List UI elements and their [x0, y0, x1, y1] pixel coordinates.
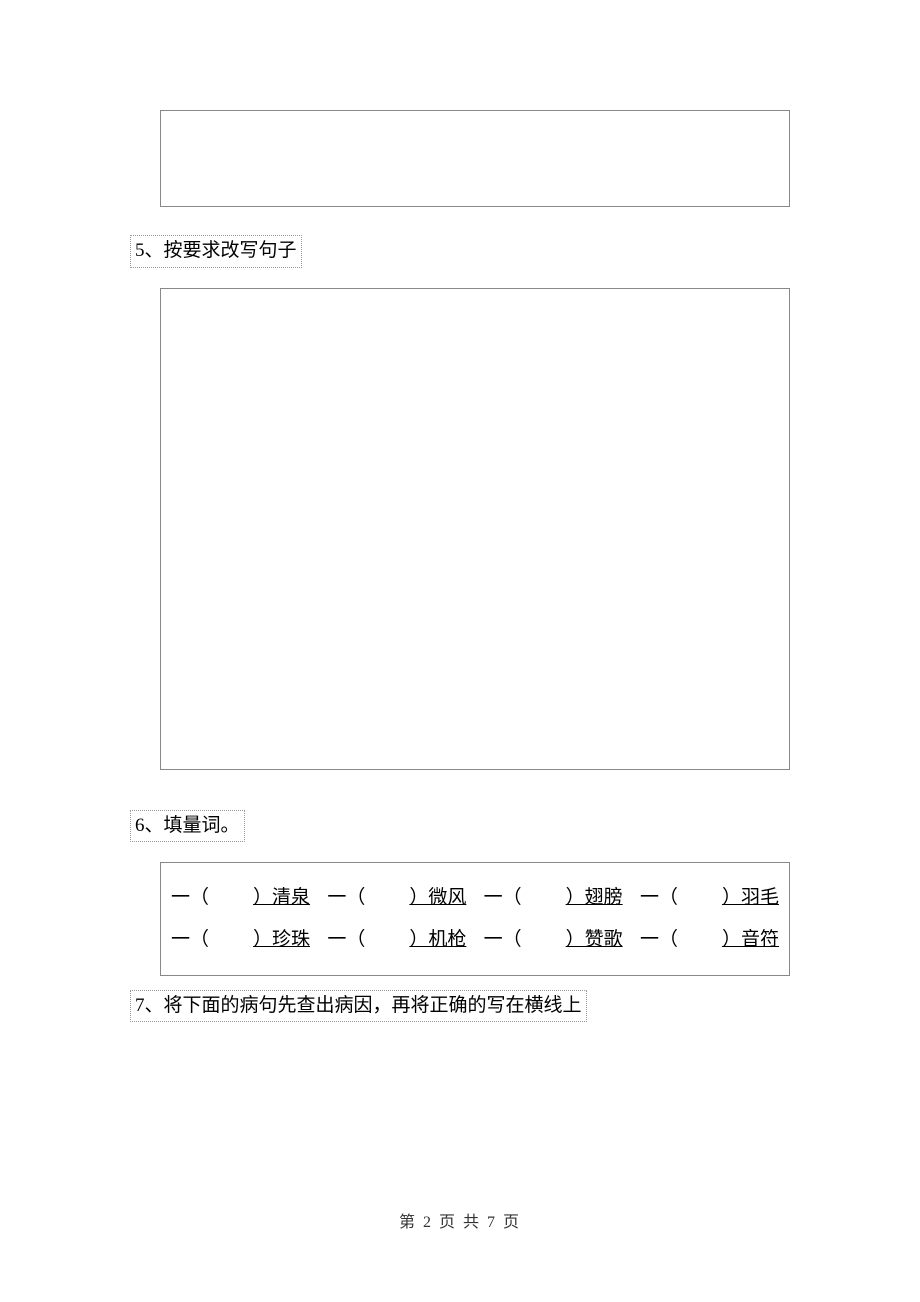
question-6-label: 6、填量词。 — [130, 810, 245, 843]
suffix-text: ）音符 — [722, 919, 779, 961]
prefix-text: 一（ — [484, 877, 522, 919]
fill-item-1-4: 一（ ）羽毛 — [640, 877, 779, 919]
question-7-text: 7、将下面的病句先查出病因，再将正确的写在横线上 — [135, 995, 582, 1016]
question-5-text: 5、按要求改写句子 — [135, 240, 297, 261]
page-footer: 第 2 页 共 7 页 — [0, 1208, 920, 1232]
fill-item-1-3: 一（ ）翅膀 — [484, 877, 623, 919]
fill-item-2-3: 一（ ）赞歌 — [484, 919, 623, 961]
fill-item-2-1: 一（ ）珍珠 — [171, 919, 310, 961]
fill-row-1: 一（ ）清泉 一（ ）微风 一（ ）翅膀 一（ ）羽毛 — [171, 877, 779, 919]
question-7-label: 7、将下面的病句先查出病因，再将正确的写在横线上 — [130, 990, 587, 1023]
suffix-text: ）赞歌 — [566, 919, 623, 961]
fill-item-1-1: 一（ ）清泉 — [171, 877, 310, 919]
fill-item-2-2: 一（ ）机枪 — [327, 919, 466, 961]
answer-box-q5[interactable] — [160, 288, 790, 770]
suffix-text: ）珍珠 — [253, 919, 310, 961]
prefix-text: 一（ — [327, 877, 365, 919]
page-content: 5、按要求改写句子 6、填量词。 一（ ）清泉 一（ ）微风 一（ ）翅膀 一（ — [0, 0, 920, 1042]
suffix-text: ）机枪 — [409, 919, 466, 961]
fill-item-1-2: 一（ ）微风 — [327, 877, 466, 919]
question-6-text: 6、填量词。 — [135, 815, 240, 836]
prefix-text: 一（ — [171, 919, 209, 961]
suffix-text: ）翅膀 — [566, 877, 623, 919]
prefix-text: 一（ — [327, 919, 365, 961]
fill-item-2-4: 一（ ）音符 — [640, 919, 779, 961]
fill-row-2: 一（ ）珍珠 一（ ）机枪 一（ ）赞歌 一（ ）音符 — [171, 919, 779, 961]
answer-box-q4[interactable] — [160, 110, 790, 207]
fill-box-q6: 一（ ）清泉 一（ ）微风 一（ ）翅膀 一（ ）羽毛 一（ — [160, 862, 790, 976]
prefix-text: 一（ — [640, 877, 678, 919]
suffix-text: ）羽毛 — [722, 877, 779, 919]
suffix-text: ）微风 — [409, 877, 466, 919]
page-number-text: 第 2 页 共 7 页 — [399, 1214, 521, 1231]
prefix-text: 一（ — [484, 919, 522, 961]
question-5-label: 5、按要求改写句子 — [130, 235, 302, 268]
prefix-text: 一（ — [640, 919, 678, 961]
prefix-text: 一（ — [171, 877, 209, 919]
suffix-text: ）清泉 — [253, 877, 310, 919]
